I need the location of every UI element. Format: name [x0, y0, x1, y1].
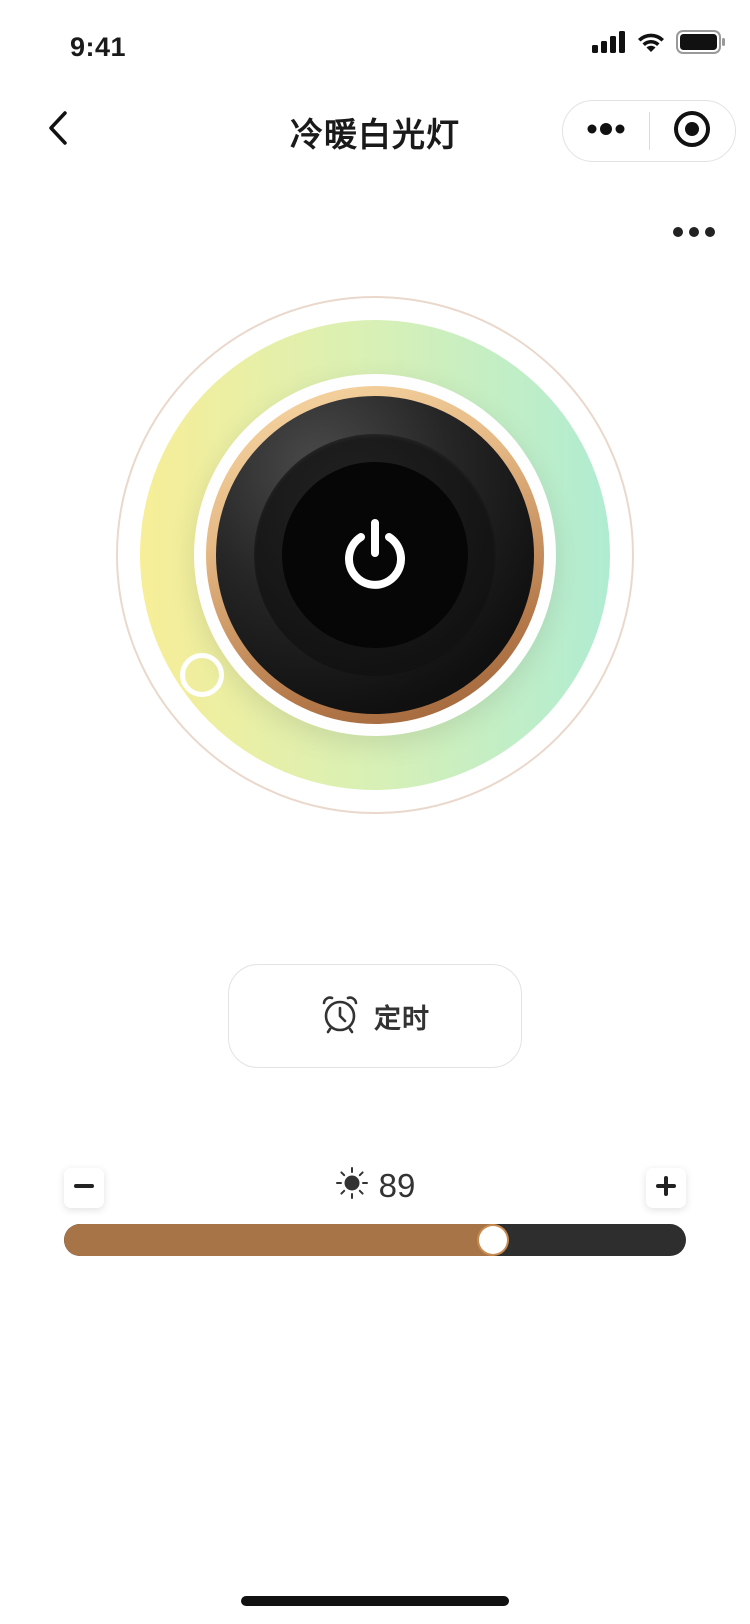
home-indicator — [241, 1596, 509, 1606]
more-dots-icon — [673, 227, 683, 237]
status-time: 9:41 — [70, 32, 127, 62]
wifi-icon — [636, 31, 666, 58]
capsule-close-button[interactable] — [650, 101, 736, 161]
mini-program-capsule — [562, 100, 736, 162]
more-dots-icon — [586, 122, 626, 140]
brightness-slider-track[interactable] — [64, 1224, 686, 1256]
power-icon — [335, 515, 415, 595]
signal-icon — [592, 31, 626, 58]
timer-button[interactable]: 定时 — [228, 964, 522, 1068]
sun-icon — [335, 1166, 369, 1205]
timer-label: 定时 — [374, 1003, 430, 1034]
target-circle-icon — [672, 109, 712, 154]
status-icons — [592, 30, 726, 59]
brightness-value: 89 — [378, 1166, 416, 1204]
color-temperature-handle[interactable] — [180, 653, 224, 697]
more-options-button[interactable] — [668, 214, 720, 250]
alarm-clock-icon — [320, 994, 360, 1039]
brightness-slider-fill — [64, 1224, 508, 1256]
brightness-readout: 89 — [0, 1166, 750, 1205]
battery-icon — [676, 30, 726, 59]
brightness-slider-thumb[interactable] — [479, 1226, 508, 1254]
capsule-menu-button[interactable] — [563, 101, 649, 161]
